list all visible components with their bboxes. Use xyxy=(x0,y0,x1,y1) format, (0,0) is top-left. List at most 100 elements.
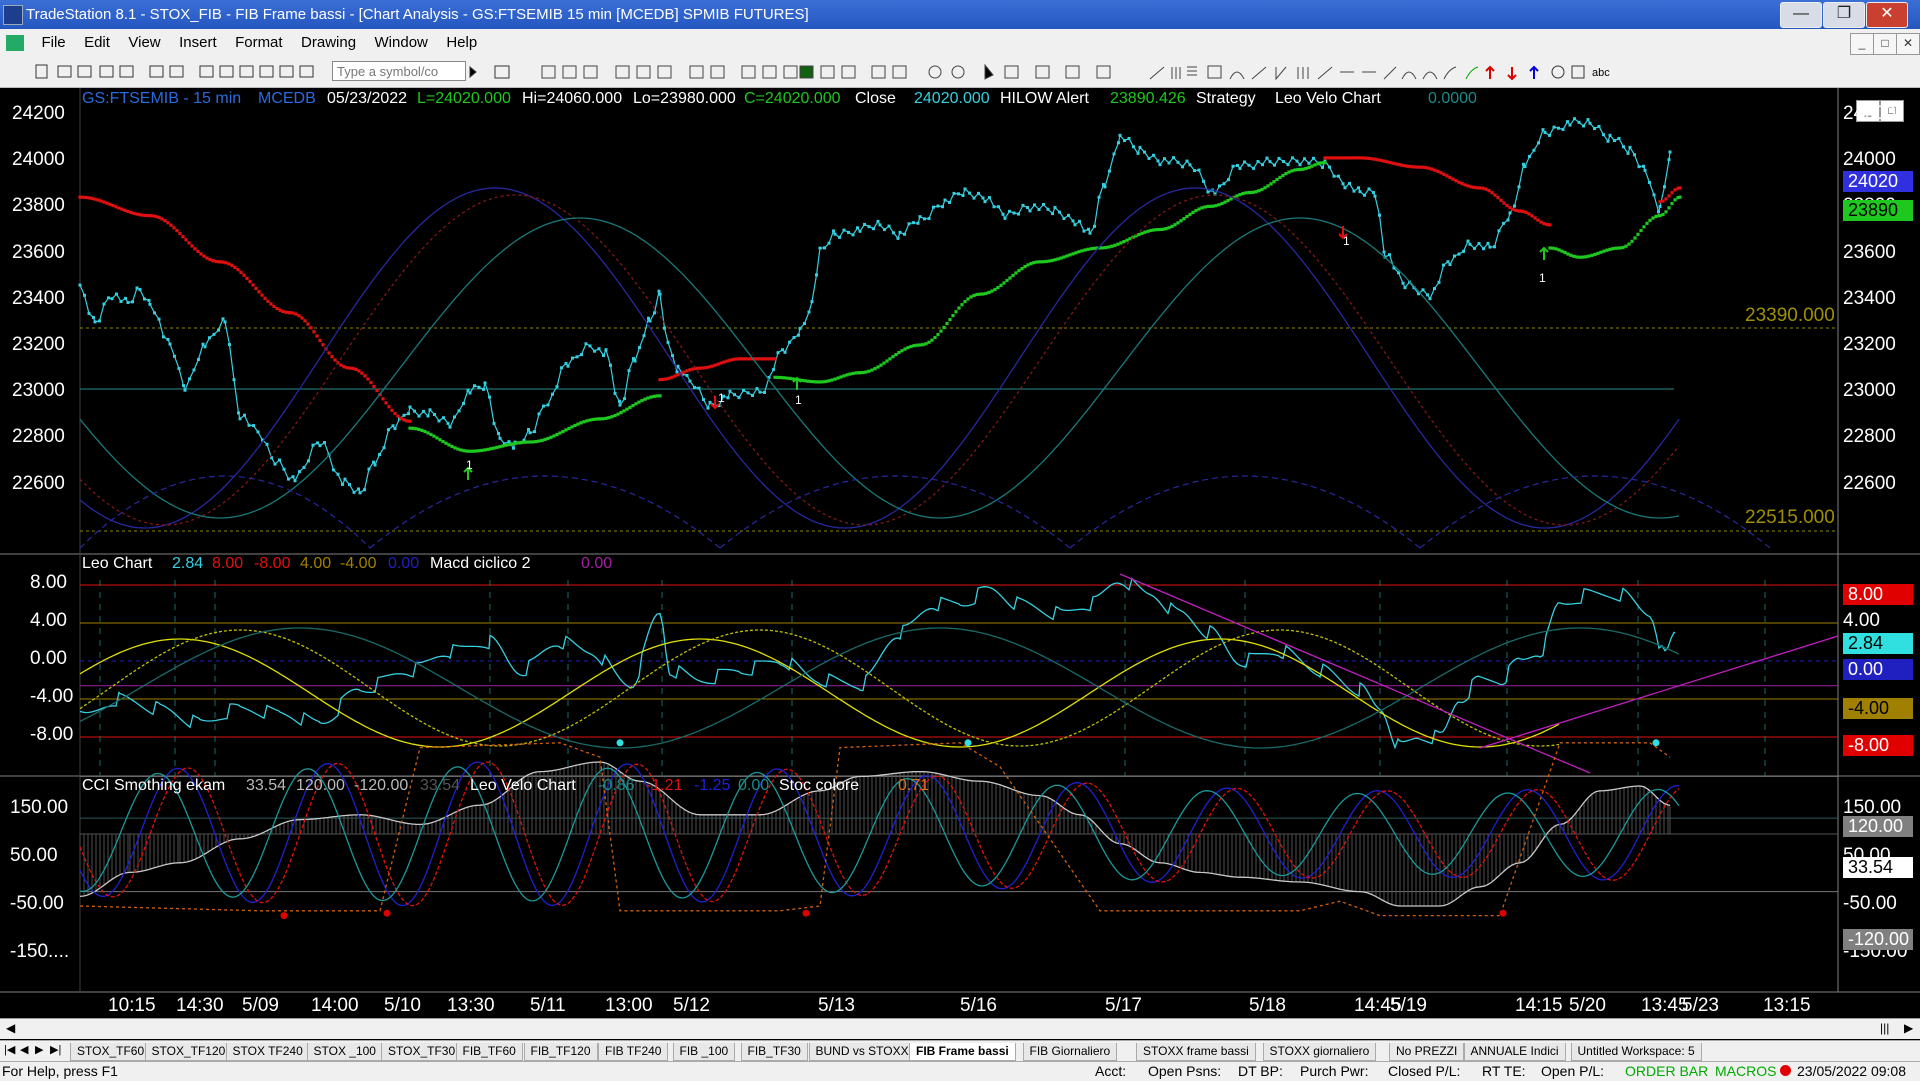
leo-velo-red-dot xyxy=(111,203,115,208)
menu-insert[interactable]: Insert xyxy=(172,29,224,57)
menu-window[interactable]: Window xyxy=(368,29,435,57)
workspace-tab[interactable]: FIB_TF120 xyxy=(523,1043,598,1061)
price-bar xyxy=(119,300,123,304)
price-bar xyxy=(818,246,822,250)
mdi-restore-button[interactable]: □ xyxy=(1873,33,1897,55)
leo-velo-green-dot xyxy=(420,428,424,432)
price-bar xyxy=(1543,130,1547,134)
chart-horizontal-scrollbar[interactable]: ◀ ||| ▶ xyxy=(0,1018,1920,1039)
minimize-button[interactable]: — xyxy=(1780,2,1822,28)
price-bar xyxy=(1388,253,1391,257)
menu-help[interactable]: Help xyxy=(439,29,484,57)
leo-velo-red-dot xyxy=(1323,156,1327,160)
price-bar xyxy=(287,477,290,481)
price-bar xyxy=(653,311,656,315)
workspace-tab[interactable]: FIB _100 xyxy=(672,1043,736,1061)
time-axis-label: 13:30 xyxy=(447,995,495,1016)
menu-drawing[interactable]: Drawing xyxy=(294,29,363,57)
leo-velo-red-dot xyxy=(756,357,760,361)
leo-velo-red-dot xyxy=(1451,177,1455,181)
workspace-tab[interactable]: STOX_TF120 xyxy=(144,1043,233,1061)
leo-velo-green-dot xyxy=(1664,210,1668,214)
tab-nav-prev-icon[interactable]: ◀ xyxy=(20,1043,28,1056)
menu-format[interactable]: Format xyxy=(228,29,290,57)
menu-view[interactable]: View xyxy=(121,29,167,57)
leo-velo-red-dot xyxy=(1353,156,1357,160)
price-bar xyxy=(1231,164,1235,168)
leo-velo-green-dot xyxy=(1658,214,1662,218)
leo-velo-green-dot xyxy=(987,290,991,295)
leo-velo-red-dot xyxy=(254,286,258,290)
leo-velo-red-dot xyxy=(1344,156,1348,160)
price-bar xyxy=(148,302,152,306)
leo-velo-green-dot xyxy=(882,361,886,365)
leo-velo-red-dot xyxy=(1358,156,1362,160)
price-bar xyxy=(1037,208,1041,212)
leo-velo-red-dot xyxy=(126,209,130,214)
workspace-tab[interactable]: FIB_TF60 xyxy=(455,1043,523,1061)
workspace-tab[interactable]: FIB_TF30 xyxy=(740,1043,808,1061)
workspace-tab[interactable]: ANNUALE Indici xyxy=(1463,1043,1566,1061)
tab-nav-first-icon[interactable]: |◀ xyxy=(4,1043,15,1056)
status-order-bar[interactable]: ORDER BAR xyxy=(1625,1063,1708,1079)
mdi-close-button[interactable]: ✕ xyxy=(1896,33,1920,55)
price-bar xyxy=(1321,165,1324,169)
price-bar xyxy=(237,411,240,415)
scroll-thumb[interactable]: ||| xyxy=(1880,1021,1889,1035)
chart-analysis-window[interactable]: 1 1 1 1 1 GS:FTSEMIB - 15 min MCEDB 05/23/20… xyxy=(0,88,1920,1016)
workspace-tab[interactable]: STOXX frame bassi xyxy=(1136,1043,1256,1061)
workspace-tab[interactable]: FIB TF240 xyxy=(598,1043,669,1061)
price-bar xyxy=(798,326,802,330)
price-bar xyxy=(1401,281,1405,285)
price-bar xyxy=(1028,209,1032,213)
leo-velo-red-dot xyxy=(381,397,385,401)
workspace-tab[interactable]: STOX_TF60 xyxy=(70,1043,152,1061)
leo-velo-green-dot xyxy=(1035,260,1039,264)
workspace-tab[interactable]: BUND vs STOXX xyxy=(808,1043,916,1061)
mdi-minimize-button[interactable]: _ xyxy=(1850,33,1874,55)
price-bar xyxy=(168,342,172,346)
menu-file[interactable]: File xyxy=(34,29,72,57)
workspace-tab[interactable]: STOXX giornaliero xyxy=(1262,1043,1377,1061)
price-bar xyxy=(657,289,661,293)
workspace-tab[interactable]: FIB Frame bassi xyxy=(909,1043,1016,1061)
leo-velo-green-dot xyxy=(1188,212,1192,216)
price-axis-label-right: 23200 xyxy=(1843,334,1896,355)
menu-edit[interactable]: Edit xyxy=(77,29,117,57)
workspace-tab[interactable]: STOX _100 xyxy=(306,1043,383,1061)
tab-nav-last-icon[interactable]: ▶| xyxy=(50,1043,61,1056)
workspace-tab[interactable]: No PREZZI xyxy=(1389,1043,1465,1061)
price-bar xyxy=(352,490,356,494)
workspace-tab[interactable]: FIB Giornaliero xyxy=(1022,1043,1118,1061)
maximize-button[interactable]: ❐ xyxy=(1823,2,1865,28)
window2-icon xyxy=(219,65,234,78)
price-bar xyxy=(1642,164,1645,168)
chart-canvas[interactable]: 1 1 1 1 1 xyxy=(0,88,1920,1016)
leo-velo-red-dot xyxy=(202,254,206,258)
price-bar xyxy=(1093,224,1096,228)
price-bar xyxy=(663,326,666,330)
leo-velo-green-dot xyxy=(1203,205,1207,209)
leo-value-box: 2.84 xyxy=(1843,633,1913,654)
leo-velo-red-dot xyxy=(1424,166,1428,170)
workspace-tab[interactable]: STOX_TF30 xyxy=(381,1043,463,1061)
cci-value-box: 33.54 xyxy=(1843,857,1913,878)
leo-velo-red-dot xyxy=(405,419,409,423)
tab-nav-next-icon[interactable]: ▶ xyxy=(35,1043,43,1056)
leo-velo-red-dot xyxy=(768,357,772,361)
price-bar xyxy=(102,302,106,306)
status-macros[interactable]: MACROS xyxy=(1715,1063,1776,1079)
price-bar xyxy=(408,405,412,409)
workspace-tab[interactable]: Untitled Workspace: 5 xyxy=(1570,1043,1702,1061)
scroll-right-icon[interactable]: ▶ xyxy=(1904,1021,1913,1035)
symbol-input[interactable]: Type a symbol/co xyxy=(332,61,466,81)
price-bar xyxy=(647,316,650,320)
scroll-left-icon[interactable]: ◀ xyxy=(6,1021,15,1035)
leo-velo-red-dot xyxy=(369,381,373,385)
leo-velo-green-dot xyxy=(785,376,789,380)
signal-label: 1 xyxy=(1539,271,1546,285)
leo-velo-green-dot xyxy=(558,431,562,435)
close-button[interactable]: ✕ xyxy=(1866,2,1908,28)
leo-velo-red-dot xyxy=(269,302,273,306)
workspace-tab[interactable]: STOX TF240 xyxy=(225,1043,310,1061)
